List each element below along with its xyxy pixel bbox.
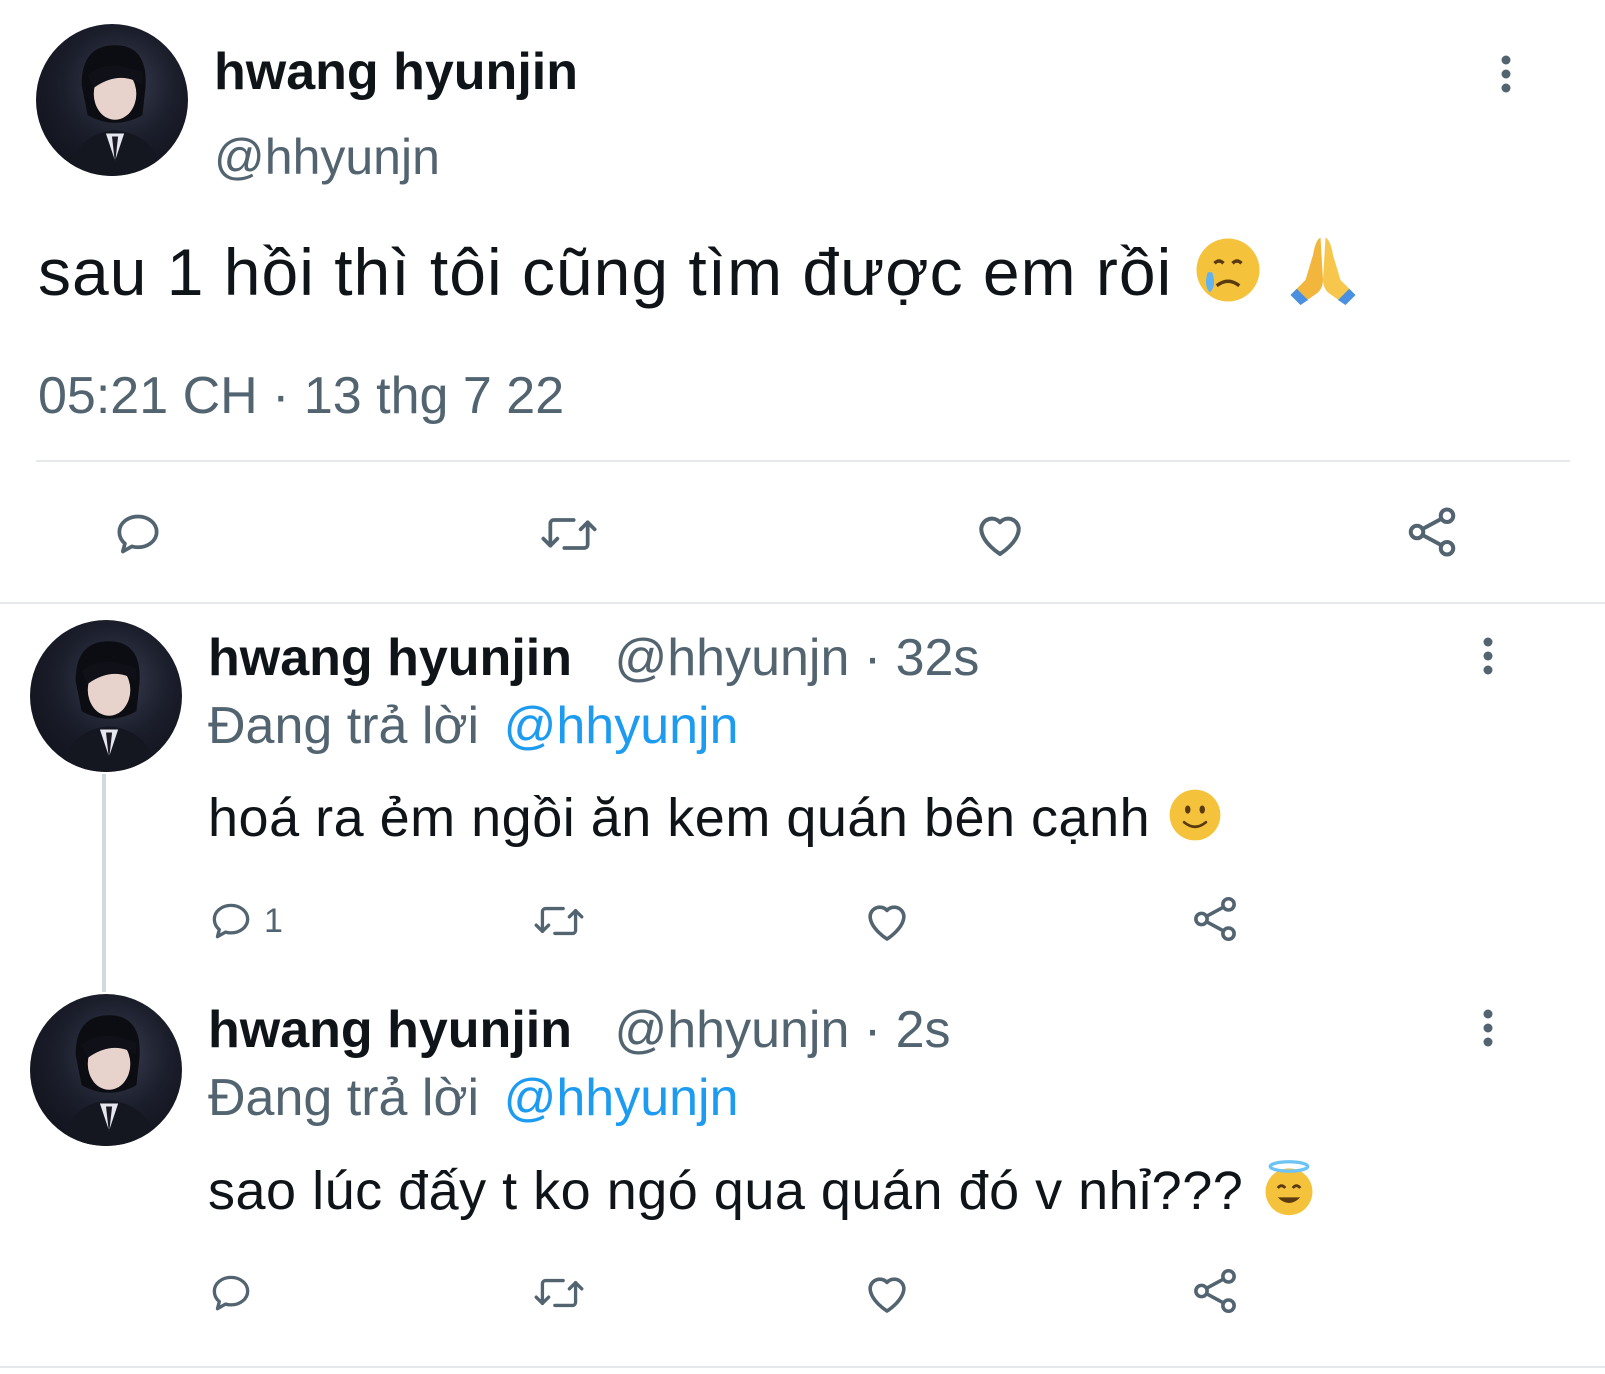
divider (36, 460, 1570, 462)
handle-time[interactable]: @hhyunjn · 32s (614, 629, 979, 687)
reply-icon (212, 1275, 250, 1311)
retweet-icon (534, 1278, 584, 1308)
share-button[interactable] (1188, 892, 1242, 946)
like-button[interactable] (860, 894, 914, 948)
like-icon (868, 905, 906, 941)
display-name[interactable]: hwang hyunjin (214, 42, 578, 102)
share-icon (1194, 1268, 1236, 1314)
crying-face-emoji (1192, 234, 1264, 321)
reply-icon (117, 514, 159, 554)
reply-button[interactable]: 1 (206, 896, 283, 946)
reply-button[interactable] (206, 1268, 256, 1318)
reply-text-content: sao lúc đấy t ko ngó qua quán đó v nhỉ??… (208, 1160, 1244, 1221)
tweet-text: sau 1 hồi thì tôi cũng tìm được em rồi (38, 230, 1363, 325)
reply-button[interactable] (110, 506, 166, 562)
reply-count: 1 (264, 901, 283, 940)
folded-hands-emoji (1283, 230, 1363, 325)
replying-to-line: Đang trả lời @hhyunjn (208, 1068, 739, 1128)
replying-to-link[interactable]: @hhyunjn (504, 1069, 739, 1127)
divider (0, 602, 1605, 604)
more-options-icon[interactable] (1478, 636, 1498, 676)
avatar[interactable] (30, 994, 182, 1146)
share-icon (1408, 507, 1456, 557)
share-button[interactable] (1402, 502, 1462, 562)
retweet-button[interactable] (536, 506, 602, 562)
smiling-face-with-halo-emoji (1259, 1158, 1319, 1231)
retweet-button[interactable] (530, 896, 588, 946)
more-options-icon[interactable] (1478, 1008, 1498, 1048)
reply-header: hwang hyunjin @hhyunjn · 2s (208, 1000, 951, 1060)
retweet-button[interactable] (530, 1268, 588, 1318)
divider (0, 1366, 1605, 1368)
share-button[interactable] (1188, 1264, 1242, 1318)
timestamp[interactable]: 05:21 CH · 13 thg 7 22 (38, 366, 564, 426)
retweet-icon (541, 518, 597, 550)
replying-to-label: Đang trả lời (208, 1069, 480, 1127)
replying-to-link[interactable]: @hhyunjn (504, 697, 739, 755)
like-button[interactable] (860, 1266, 914, 1320)
share-icon (1194, 896, 1236, 942)
reply-header: hwang hyunjin @hhyunjn · 32s (208, 628, 979, 688)
reply-text: sao lúc đấy t ko ngó qua quán đó v nhỉ??… (208, 1158, 1319, 1231)
more-options-icon[interactable] (1496, 54, 1516, 94)
like-icon (979, 516, 1021, 556)
reply-text-content: hoá ra ẻm ngồi ăn kem quán bên cạnh (208, 787, 1151, 848)
tweet-text-content: sau 1 hồi thì tôi cũng tìm được em rồi (38, 234, 1173, 309)
like-button[interactable] (970, 504, 1030, 564)
thread-connector (102, 774, 106, 992)
display-name[interactable]: hwang hyunjin (208, 629, 572, 687)
retweet-icon (534, 906, 584, 936)
reply-text: hoá ra ẻm ngồi ăn kem quán bên cạnh (208, 786, 1224, 857)
replying-to-line: Đang trả lời @hhyunjn (208, 696, 739, 756)
display-name[interactable]: hwang hyunjin (208, 1001, 572, 1059)
handle[interactable]: @hhyunjn (214, 128, 440, 186)
avatar[interactable] (30, 620, 182, 772)
avatar[interactable] (36, 24, 188, 176)
handle-time[interactable]: @hhyunjn · 2s (614, 1001, 950, 1059)
slightly-smiling-face-emoji (1166, 786, 1224, 857)
replying-to-label: Đang trả lời (208, 697, 480, 755)
like-icon (868, 1277, 906, 1313)
reply-icon (212, 903, 250, 939)
